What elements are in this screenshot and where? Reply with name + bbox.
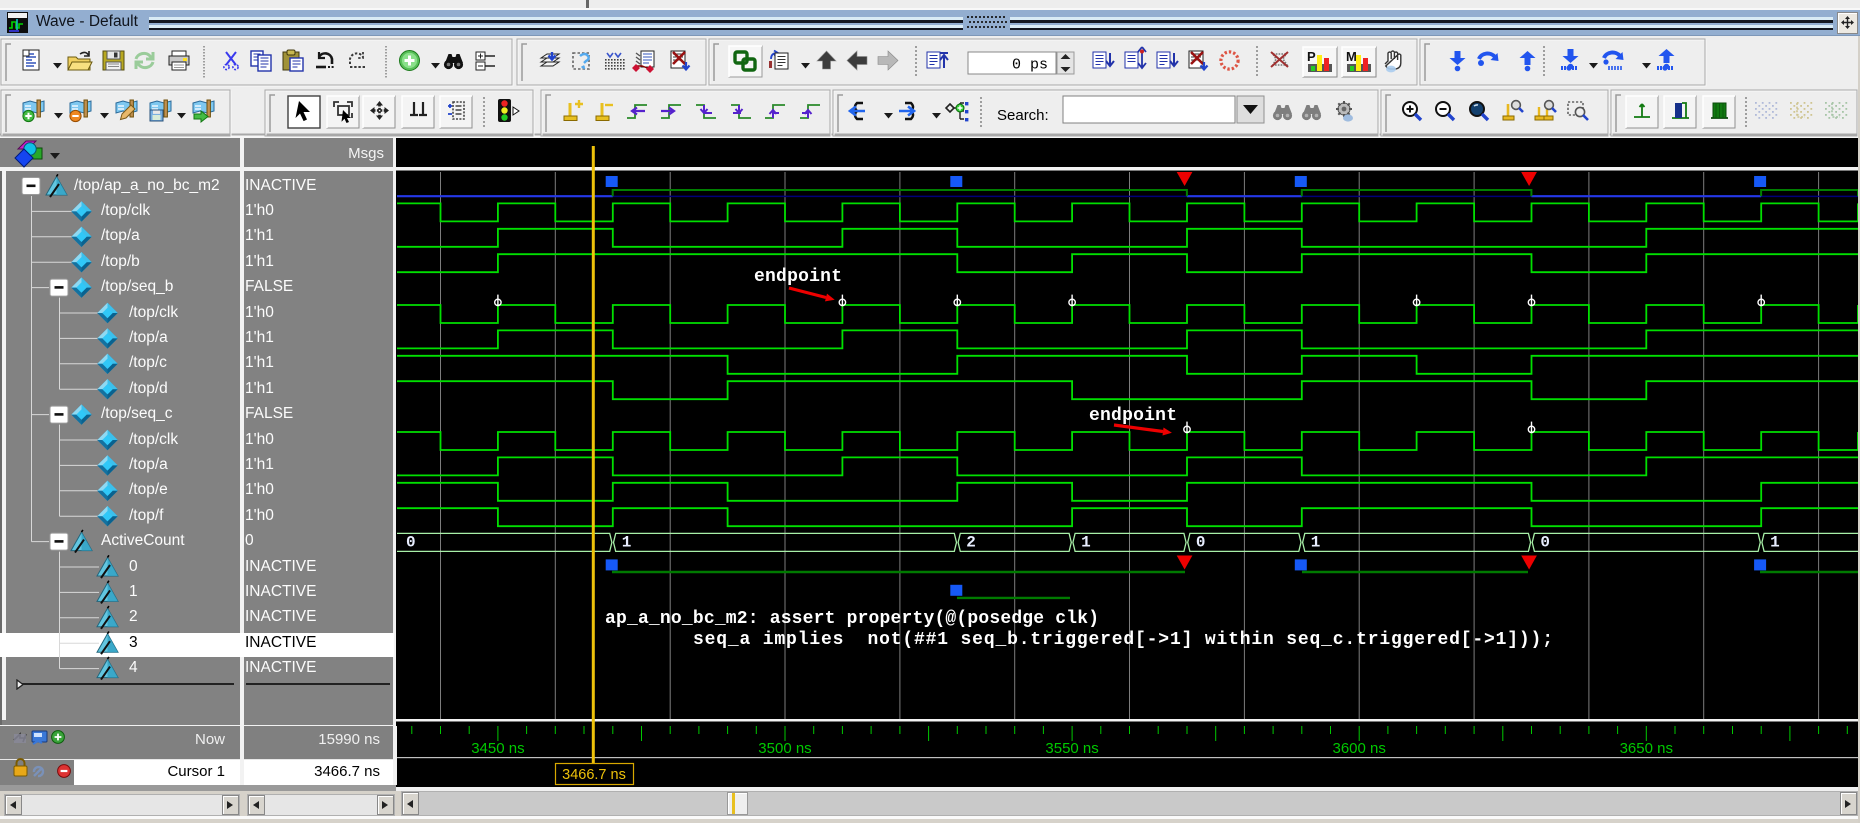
svg-text:3650 ns: 3650 ns	[1620, 740, 1673, 757]
svg-text:0: 0	[1540, 534, 1550, 552]
svg-text:ap_a_no_bc_m2: assert property: ap_a_no_bc_m2: assert property(@(posedge…	[605, 609, 1099, 629]
svg-text:2: 2	[966, 534, 976, 552]
svg-text:endpoint: endpoint	[1089, 406, 1177, 426]
svg-text:1: 1	[1770, 534, 1780, 552]
svg-text:1: 1	[622, 534, 632, 552]
svg-text:1: 1	[1081, 534, 1091, 552]
svg-text:0: 0	[1196, 534, 1206, 552]
svg-text:0: 0	[406, 534, 416, 552]
svg-text:3450 ns: 3450 ns	[471, 740, 524, 757]
svg-text:seq_a implies not(##1 seq_b.t: seq_a implies not(##1 seq_b.triggered[->…	[693, 630, 1553, 650]
svg-text:endpoint: endpoint	[754, 267, 842, 287]
svg-text:3600 ns: 3600 ns	[1333, 740, 1386, 757]
svg-text:3500 ns: 3500 ns	[758, 740, 811, 757]
svg-text:1: 1	[1311, 534, 1321, 552]
svg-text:3466.7 ns: 3466.7 ns	[562, 767, 626, 783]
svg-text:3550 ns: 3550 ns	[1045, 740, 1098, 757]
